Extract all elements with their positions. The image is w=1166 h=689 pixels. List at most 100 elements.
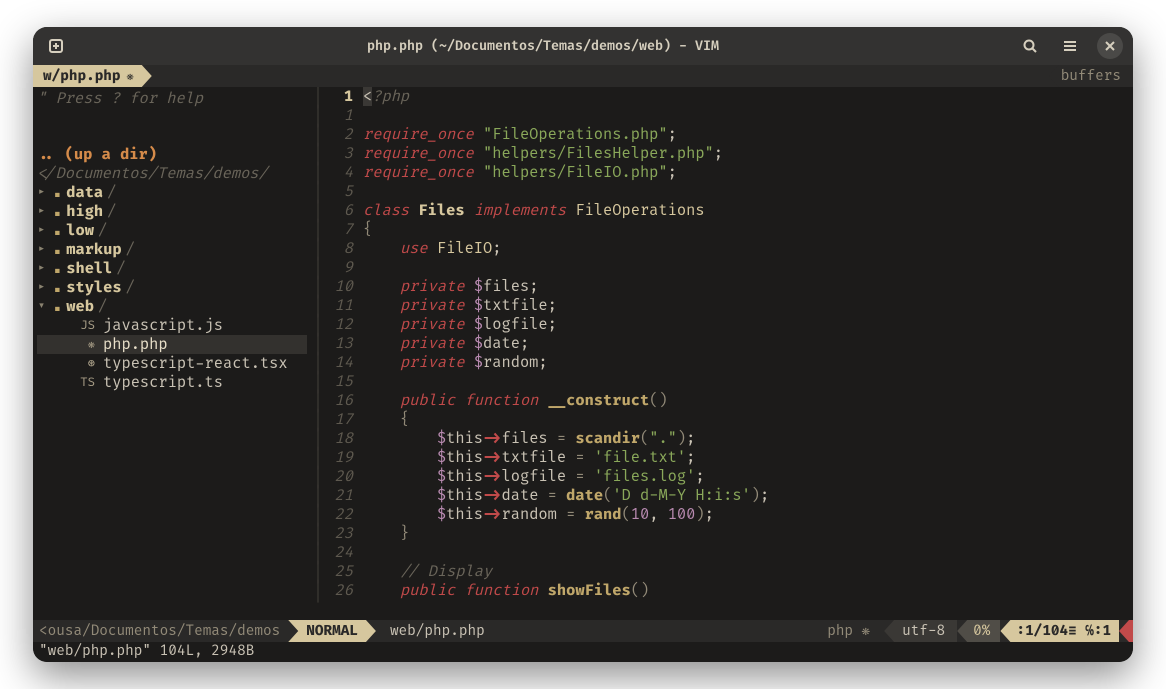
file-icon: JS [77, 316, 95, 335]
code-line[interactable]: require_once "helpers/FileIO.php"; [363, 163, 1133, 182]
chevron-right-icon: ▸ [37, 240, 49, 259]
code-line[interactable]: require_once "FileOperations.php"; [363, 125, 1133, 144]
new-tab-button[interactable] [43, 33, 69, 59]
tree-updir[interactable]: .. (up a dir) [37, 145, 307, 164]
code-line[interactable]: use FileIO; [363, 239, 1133, 258]
code-line[interactable]: public function showFiles() [363, 581, 1133, 600]
code-line[interactable] [363, 543, 1133, 562]
command-line[interactable]: "web/php.php" 104L, 2948B [33, 642, 1133, 662]
code-line[interactable] [363, 372, 1133, 391]
tree-file[interactable]: ❋ php.php [37, 335, 307, 354]
hamburger-menu-icon[interactable] [1057, 33, 1083, 59]
line-number: 10 [325, 277, 353, 296]
file-tree[interactable]: " Press ? for help .. (up a dir) </Docum… [33, 87, 311, 620]
file-name: php.php [103, 335, 168, 354]
code-line[interactable]: private $random; [363, 353, 1133, 372]
folder-icon: ▪ [53, 278, 62, 297]
tree-folder-high[interactable]: ▸ ▪ high/ [37, 202, 307, 221]
code-line[interactable]: public function __construct() [363, 391, 1133, 410]
line-number: 19 [325, 448, 353, 467]
tab-label: w/php.php [43, 68, 121, 85]
code-line[interactable]: require_once "helpers/FilesHelper.php"; [363, 144, 1133, 163]
code-line[interactable]: { [363, 410, 1133, 429]
code-line[interactable]: $this->files = scandir("."); [363, 429, 1133, 448]
code-line[interactable]: private $logfile; [363, 315, 1133, 334]
code-line[interactable] [363, 106, 1133, 125]
line-number: 21 [325, 486, 353, 505]
folder-icon: ▪ [53, 297, 62, 316]
code-line[interactable]: <?php [363, 87, 1133, 106]
close-button[interactable] [1097, 33, 1123, 59]
tab-marker-icon: ❋ [127, 69, 134, 84]
code-line[interactable]: private $txtfile; [363, 296, 1133, 315]
vertical-split: │││││││││││││││││││││││││││ [311, 87, 325, 620]
line-number: 24 [325, 543, 353, 562]
line-number: 1 [325, 87, 353, 106]
chevron-right-icon: ▸ [37, 278, 49, 297]
code-line[interactable]: class Files implements FileOperations [363, 201, 1133, 220]
code-area[interactable]: <?php require_once "FileOperations.php";… [363, 87, 1133, 620]
editor-pane[interactable]: 1123456789101112131415161718192021222324… [325, 87, 1133, 620]
line-number: 23 [325, 524, 353, 543]
status-mode: NORMAL [288, 620, 376, 642]
code-line[interactable]: $this->random = rand(10, 100); [363, 505, 1133, 524]
line-number: 26 [325, 581, 353, 600]
tree-folder-low[interactable]: ▸ ▪ low/ [37, 221, 307, 240]
code-line[interactable]: $this->date = date('D d-M-Y H:i:s'); [363, 486, 1133, 505]
file-name: javascript.js [103, 316, 223, 335]
tree-file[interactable]: ⊛typescript-react.tsx [37, 354, 307, 373]
search-icon[interactable] [1017, 33, 1043, 59]
code-line[interactable]: { [363, 220, 1133, 239]
statusline: <ousa/Documentos/Temas/demos NORMAL web/… [33, 620, 1133, 642]
line-number: 13 [325, 334, 353, 353]
line-number-gutter: 1123456789101112131415161718192021222324… [325, 87, 363, 620]
code-line[interactable]: $this->txtfile = 'file.txt'; [363, 448, 1133, 467]
folder-name: web [66, 297, 94, 316]
folder-icon: ▪ [53, 202, 62, 221]
chevron-right-icon: ▸ [37, 202, 49, 221]
buffer-tabbar: w/php.php ❋ buffers [33, 65, 1133, 87]
code-line[interactable]: private $date; [363, 334, 1133, 353]
line-number: 14 [325, 353, 353, 372]
tree-root[interactable]: </Documentos/Temas/demos/ [37, 164, 307, 183]
tree-help: " Press ? for help [37, 89, 307, 108]
tree-folder-web[interactable]: ▾ ▪ web/ [37, 297, 307, 316]
status-cwd: <ousa/Documentos/Temas/demos [33, 620, 298, 642]
line-number: 5 [325, 182, 353, 201]
line-number: 7 [325, 220, 353, 239]
tree-folder-styles[interactable]: ▸ ▪ styles/ [37, 278, 307, 297]
folder-icon: ▪ [53, 221, 62, 240]
line-number: 12 [325, 315, 353, 334]
code-line[interactable] [363, 182, 1133, 201]
line-number: 6 [325, 201, 353, 220]
line-number: 9 [325, 258, 353, 277]
buffer-tab-active[interactable]: w/php.php ❋ [33, 65, 152, 87]
titlebar: php.php (~/Documentos/Temas/demos/web) -… [33, 27, 1133, 65]
tree-file[interactable]: JS javascript.js [37, 316, 307, 335]
code-line[interactable]: // Display [363, 562, 1133, 581]
status-position: :1/104≡ ℅:1 [1000, 620, 1119, 642]
line-number: 3 [325, 144, 353, 163]
code-line[interactable]: $this->logfile = 'files.log'; [363, 467, 1133, 486]
line-number: 16 [325, 391, 353, 410]
status-file: web/php.php [376, 620, 495, 642]
line-number: 15 [325, 372, 353, 391]
status-encoding: utf-8 [884, 620, 957, 642]
code-line[interactable] [363, 258, 1133, 277]
chevron-right-icon: ▸ [37, 259, 49, 278]
line-number: 2 [325, 125, 353, 144]
code-line[interactable]: private $files; [363, 277, 1133, 296]
buffers-label[interactable]: buffers [1049, 65, 1133, 87]
tree-folder-shell[interactable]: ▸ ▪ shell/ [37, 259, 307, 278]
main-area: " Press ? for help .. (up a dir) </Docum… [33, 87, 1133, 620]
folder-icon: ▪ [53, 240, 62, 259]
folder-name: low [66, 221, 94, 240]
line-number: 25 [325, 562, 353, 581]
line-number: 8 [325, 239, 353, 258]
tree-file[interactable]: TStypescript.ts [37, 373, 307, 392]
line-number: 11 [325, 296, 353, 315]
tree-folder-markup[interactable]: ▸ ▪ markup/ [37, 240, 307, 259]
tree-folder-data[interactable]: ▸ ▪ data/ [37, 183, 307, 202]
file-icon: ❋ [77, 335, 95, 354]
code-line[interactable]: } [363, 524, 1133, 543]
